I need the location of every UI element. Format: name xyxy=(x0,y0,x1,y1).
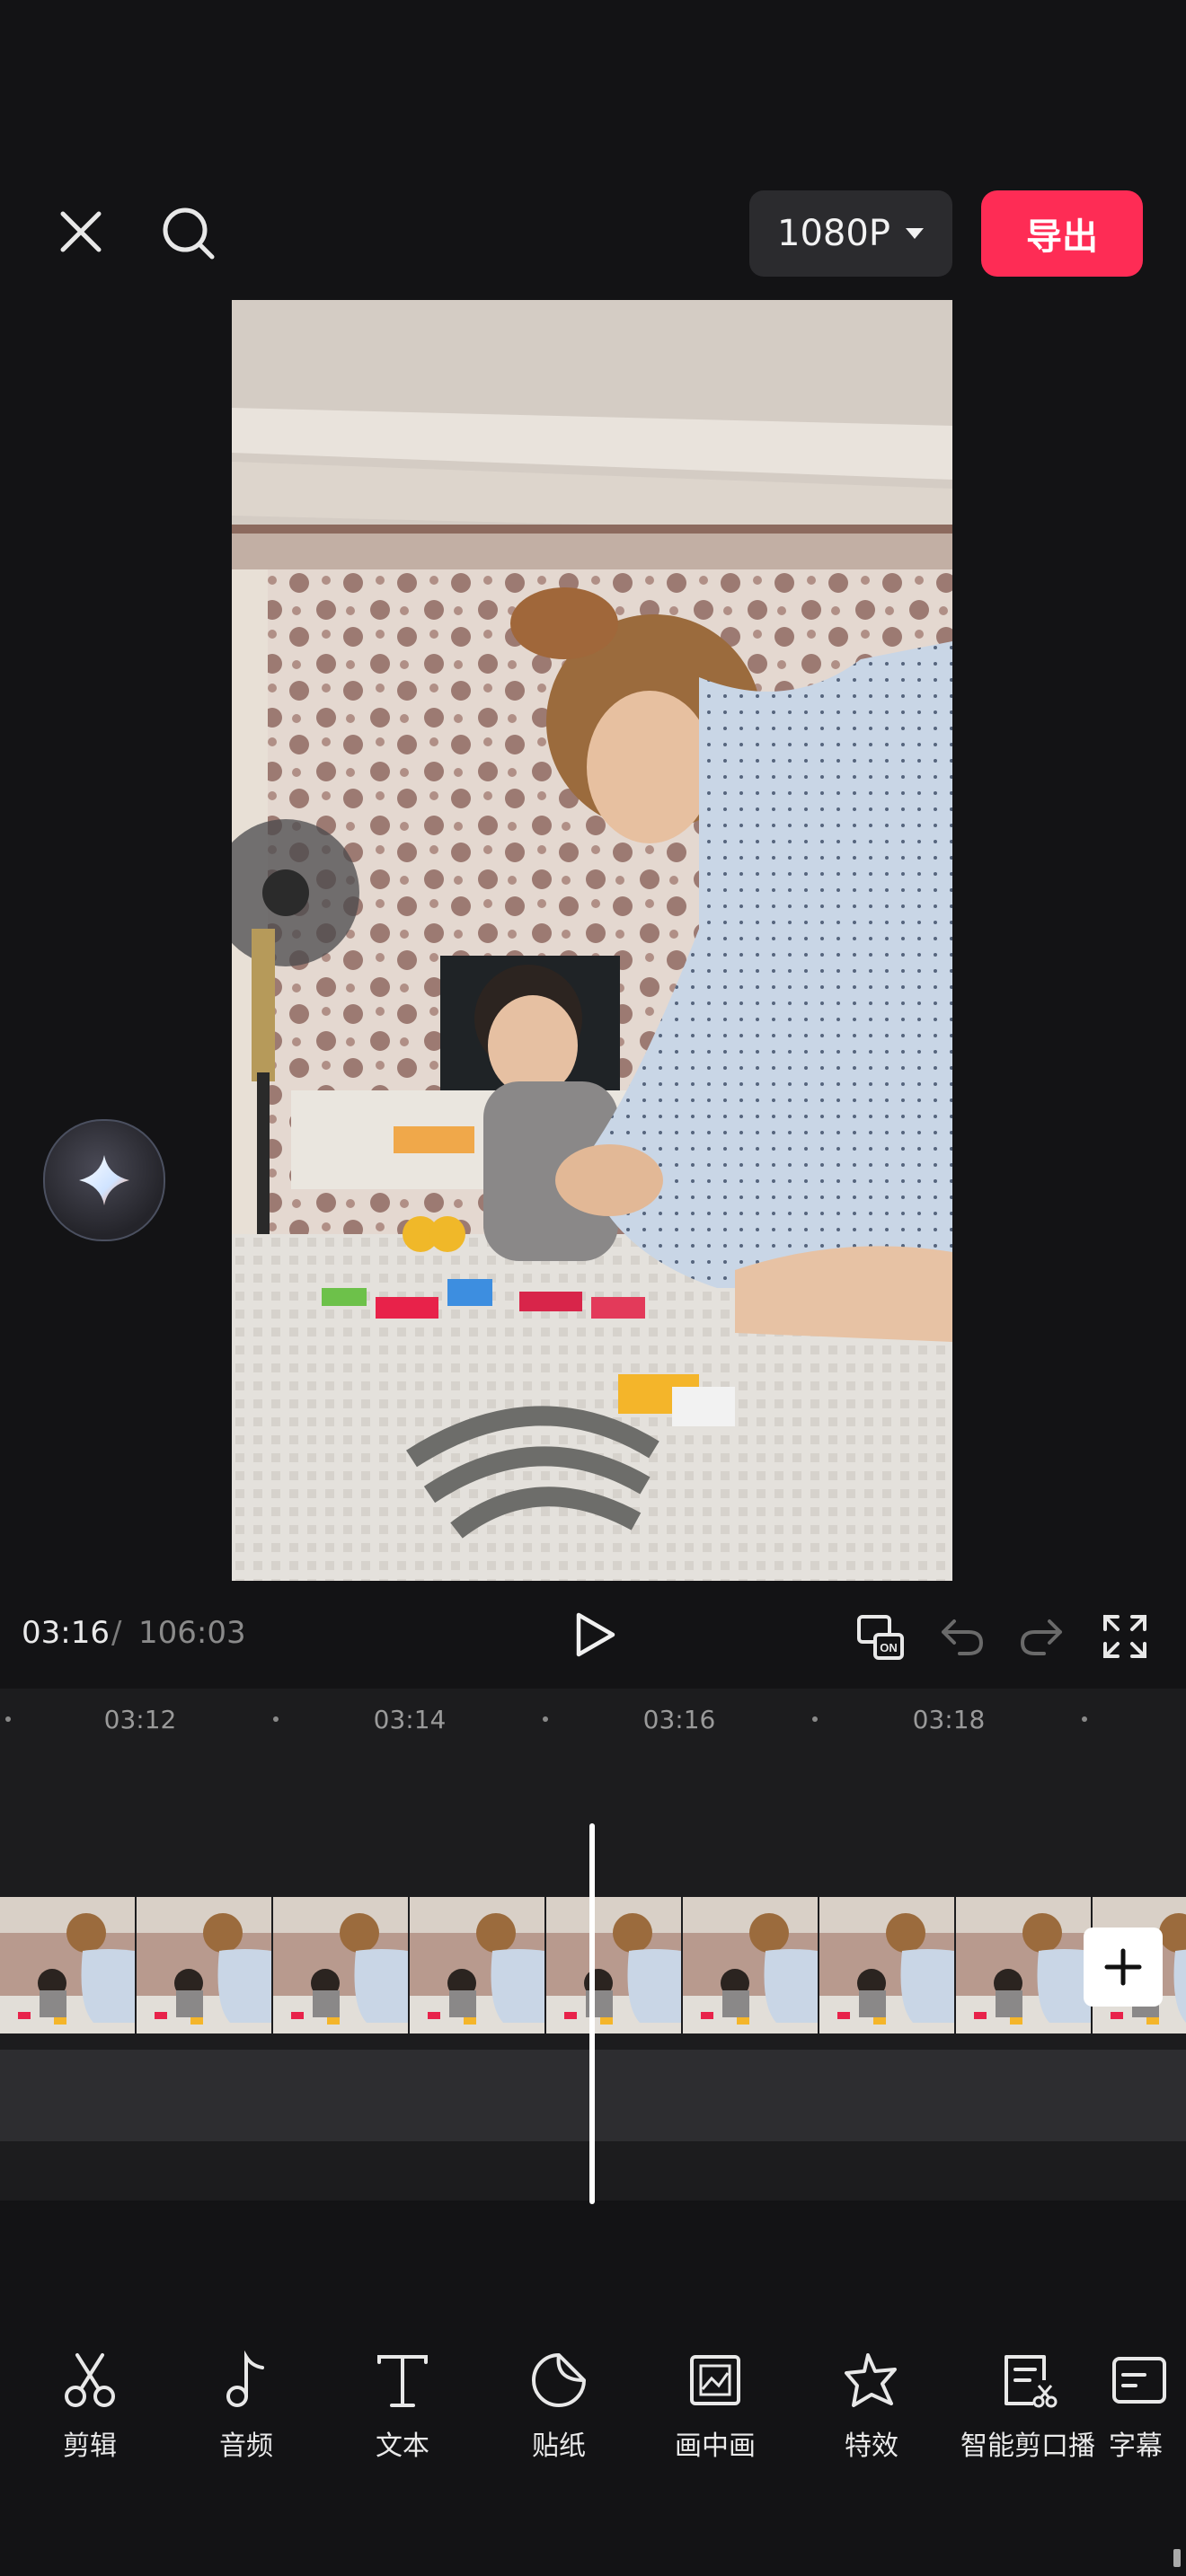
clip-thumbnail xyxy=(683,1897,819,2033)
music-note-icon xyxy=(226,2350,264,2407)
scissors-icon xyxy=(65,2353,115,2407)
tick-dot xyxy=(812,1716,818,1722)
tool-pip[interactable]: 画中画 xyxy=(643,2350,787,2463)
sticker-icon xyxy=(532,2353,586,2407)
timeline-ruler[interactable]: 03:12 03:14 03:16 03:18 xyxy=(0,1689,1186,1751)
tool-audio[interactable]: 音频 xyxy=(174,2350,318,2463)
effects-star-icon xyxy=(845,2353,897,2407)
playhead[interactable] xyxy=(589,1823,595,2204)
tick-label: 03:12 xyxy=(103,1705,177,1734)
clip-thumbnail xyxy=(410,1897,546,2033)
tick-dot xyxy=(1082,1716,1087,1722)
tick-dot xyxy=(273,1716,279,1722)
tool-sticker[interactable]: 贴纸 xyxy=(487,2350,631,2463)
resolution-label: 1080P xyxy=(777,213,890,254)
export-button[interactable]: 导出 xyxy=(981,190,1143,277)
clip-thumbnail xyxy=(546,1897,683,2033)
clip-thumbnail xyxy=(819,1897,956,2033)
svg-text:ON: ON xyxy=(880,1641,898,1654)
tool-label: 智能剪口播 xyxy=(960,2430,1095,2462)
tool-effects[interactable]: 特效 xyxy=(800,2350,943,2463)
clip-thumbnail xyxy=(956,1897,1093,2033)
sparkle-icon xyxy=(79,1155,129,1205)
video-preview[interactable] xyxy=(232,300,952,1581)
tool-label: 画中画 xyxy=(675,2430,756,2462)
caret-down-icon xyxy=(905,228,924,239)
clip-thumbnail xyxy=(137,1897,273,2033)
tool-label: 文本 xyxy=(376,2430,429,2462)
redo-icon[interactable] xyxy=(1013,1608,1071,1665)
captions-icon xyxy=(1112,2357,1166,2404)
tool-text[interactable]: 文本 xyxy=(331,2350,474,2463)
export-label: 导出 xyxy=(1026,216,1098,258)
tool-label: 特效 xyxy=(845,2430,898,2462)
search-icon[interactable] xyxy=(155,199,223,268)
resolution-selector[interactable]: 1080P xyxy=(749,190,952,277)
clip-thumbnail xyxy=(273,1897,410,2033)
text-icon xyxy=(377,2355,428,2407)
close-icon[interactable] xyxy=(49,199,113,264)
keyframe-on-icon[interactable]: ON xyxy=(852,1608,909,1665)
tick-dot xyxy=(5,1716,11,1722)
tool-label: 剪辑 xyxy=(63,2430,117,2462)
ai-assistant-button[interactable] xyxy=(43,1119,165,1241)
add-clip-button[interactable] xyxy=(1084,1928,1163,2007)
picture-in-picture-icon xyxy=(690,2355,740,2405)
tool-captions[interactable]: 字幕 xyxy=(1109,2350,1186,2463)
tool-label: 字幕 xyxy=(1109,2430,1163,2462)
tick-label: 03:16 xyxy=(642,1705,716,1734)
time-separator: / xyxy=(111,1615,122,1651)
tick-dot xyxy=(543,1716,548,1722)
undo-icon[interactable] xyxy=(933,1608,990,1665)
play-icon[interactable] xyxy=(564,1604,625,1665)
clip-thumbnail xyxy=(0,1897,137,2033)
tool-label: 贴纸 xyxy=(532,2430,586,2462)
plus-icon xyxy=(1104,1948,1142,1986)
current-time: 03:16 xyxy=(22,1615,110,1651)
total-duration: 106:03 xyxy=(138,1615,246,1651)
preview-frame-image xyxy=(232,300,952,1581)
tool-edit[interactable]: 剪辑 xyxy=(18,2350,162,2463)
tick-label: 03:14 xyxy=(373,1705,447,1734)
fullscreen-icon[interactable] xyxy=(1096,1608,1154,1665)
smart-cut-icon xyxy=(1005,2355,1058,2408)
system-indicator xyxy=(1173,2549,1181,2567)
tool-smart-cut[interactable]: 智能剪口播 xyxy=(956,2350,1100,2463)
tick-label: 03:18 xyxy=(912,1705,986,1734)
tool-label: 音频 xyxy=(219,2430,273,2462)
